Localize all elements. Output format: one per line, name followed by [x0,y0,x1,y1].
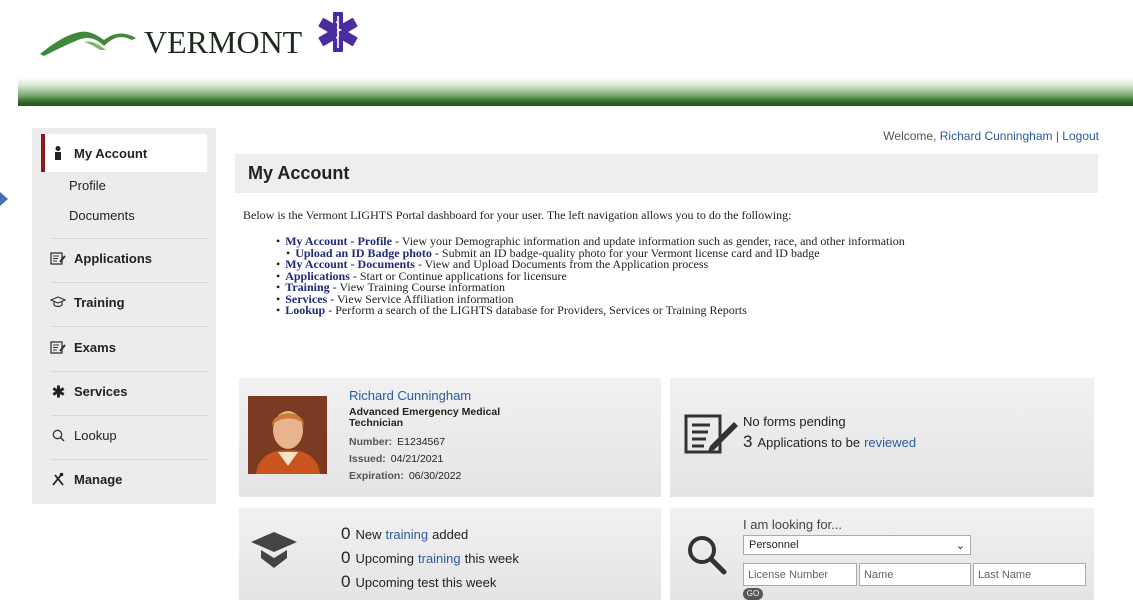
star-of-life-icon [318,12,358,52]
text: Upcoming test this week [355,575,497,590]
feature-list: My Account - Profile - View your Demogra… [276,235,905,317]
user-name-link[interactable]: Richard Cunningham [940,129,1053,143]
sidebar-item-exams[interactable]: Exams [50,330,208,364]
form-edit-icon [684,414,738,454]
sidebar-divider [52,415,208,416]
sidebar: My Account Profile Documents Application… [32,128,216,504]
selected-value: Personnel [749,539,799,551]
sidebar-item-label: Applications [74,250,153,266]
sidebar-item-documents[interactable]: Documents [69,208,135,223]
logout-link[interactable]: Logout [1062,129,1099,143]
license-number-input[interactable]: License Number [743,563,857,586]
chevron-down-icon: ⌄ [955,540,965,552]
training-card: 0 New training added 0 Upcoming training… [239,508,661,600]
count: 0 [341,524,351,543]
forms-pending-text: No forms pending [743,414,846,429]
text: Upcoming [355,551,414,566]
text: this week [464,551,519,566]
count: 0 [341,548,351,567]
sidebar-item-manage[interactable]: Manage [50,462,208,496]
sidebar-divider [52,326,208,327]
sidebar-item-label: Lookup [74,427,117,443]
profile-name-link[interactable]: Richard Cunningham [349,388,471,403]
list-item-desc: - Perform a search of the LIGHTS databas… [325,303,747,317]
sidebar-item-label: Manage [74,471,123,487]
applications-review-line: 3 Applications to be reviewed [743,432,920,452]
training-link[interactable]: training [385,527,428,542]
lookup-link[interactable]: Lookup [285,303,325,317]
count: 0 [341,572,351,591]
sidebar-divider [52,459,208,460]
reviewed-link[interactable]: reviewed [864,435,916,450]
sidebar-item-label: My Account [74,145,148,161]
form-icon [50,251,66,265]
form-icon [50,340,66,354]
forms-card: No forms pending 3 Applications to be re… [670,378,1094,497]
field-value: E1234567 [397,436,446,448]
last-name-input[interactable]: Last Name [973,563,1086,586]
training-link[interactable]: training [418,551,461,566]
sidebar-divider [52,238,208,239]
profile-photo [248,396,327,474]
sidebar-item-my-account[interactable]: My Account [50,136,208,170]
sidebar-item-profile[interactable]: Profile [69,178,106,193]
text: added [432,527,469,542]
new-training-line: 0 New training added [341,524,468,544]
license-number: Number: E1234567 [349,436,445,448]
expiration-date: Expiration: 06/30/2022 [349,470,461,482]
field-label: Number: [349,436,393,448]
star-of-life-icon [50,384,66,398]
scroll-arrow-icon[interactable] [0,192,8,206]
header-bar [18,78,1133,106]
mountain-logo-icon [40,31,136,56]
count: 3 [743,432,753,451]
sidebar-item-label: Services [74,383,128,399]
intro-text: Below is the Vermont LIGHTS Portal dashb… [243,208,792,222]
sidebar-item-applications[interactable]: Applications [50,241,208,275]
page-title: My Account [235,154,1098,193]
lookup-type-select[interactable]: Personnel ⌄ [743,535,971,555]
welcome-text: Welcome, [883,129,940,143]
separator: | [1052,129,1063,143]
sidebar-item-services[interactable]: Services [50,374,208,408]
name-input[interactable]: Name [859,563,971,586]
sidebar-item-lookup[interactable]: Lookup [50,418,208,452]
graduation-cap-icon [50,296,66,308]
go-button[interactable]: GO [743,588,763,600]
sidebar-item-label: Training [74,294,125,310]
sidebar-item-training[interactable]: Training [50,285,208,319]
text: Applications to be [757,435,861,450]
lookup-card: I am looking for... Personnel ⌄ License … [670,508,1094,600]
list-item: Lookup - Perform a search of the LIGHTS … [276,303,905,317]
search-icon [50,429,66,442]
upcoming-test-line: 0 Upcoming test this week [341,572,496,592]
tools-icon [50,472,66,486]
issued-date: Issued: 04/21/2021 [349,453,443,465]
field-label: Issued: [349,453,386,465]
upcoming-training-line: 0 Upcoming training this week [341,548,519,568]
person-icon [50,146,66,160]
field-value: 04/21/2021 [390,453,444,465]
sidebar-divider [52,371,208,372]
sidebar-divider [52,282,208,283]
field-label: Expiration: [349,470,404,482]
license-title: Advanced Emergency Medical Technician [349,406,501,429]
sidebar-item-label: Exams [74,339,116,355]
graduation-cap-icon [251,532,297,568]
text: New [355,527,382,542]
search-icon [688,536,727,575]
lookup-label: I am looking for... [743,517,842,532]
field-value: 06/30/2022 [408,470,462,482]
profile-card: Richard Cunningham Advanced Emergency Me… [239,378,661,497]
logo-text: VERMONT [144,24,303,60]
welcome-bar: Welcome, Richard Cunningham | Logout [883,129,1099,143]
vermont-logo[interactable]: VERMONT [40,8,370,66]
